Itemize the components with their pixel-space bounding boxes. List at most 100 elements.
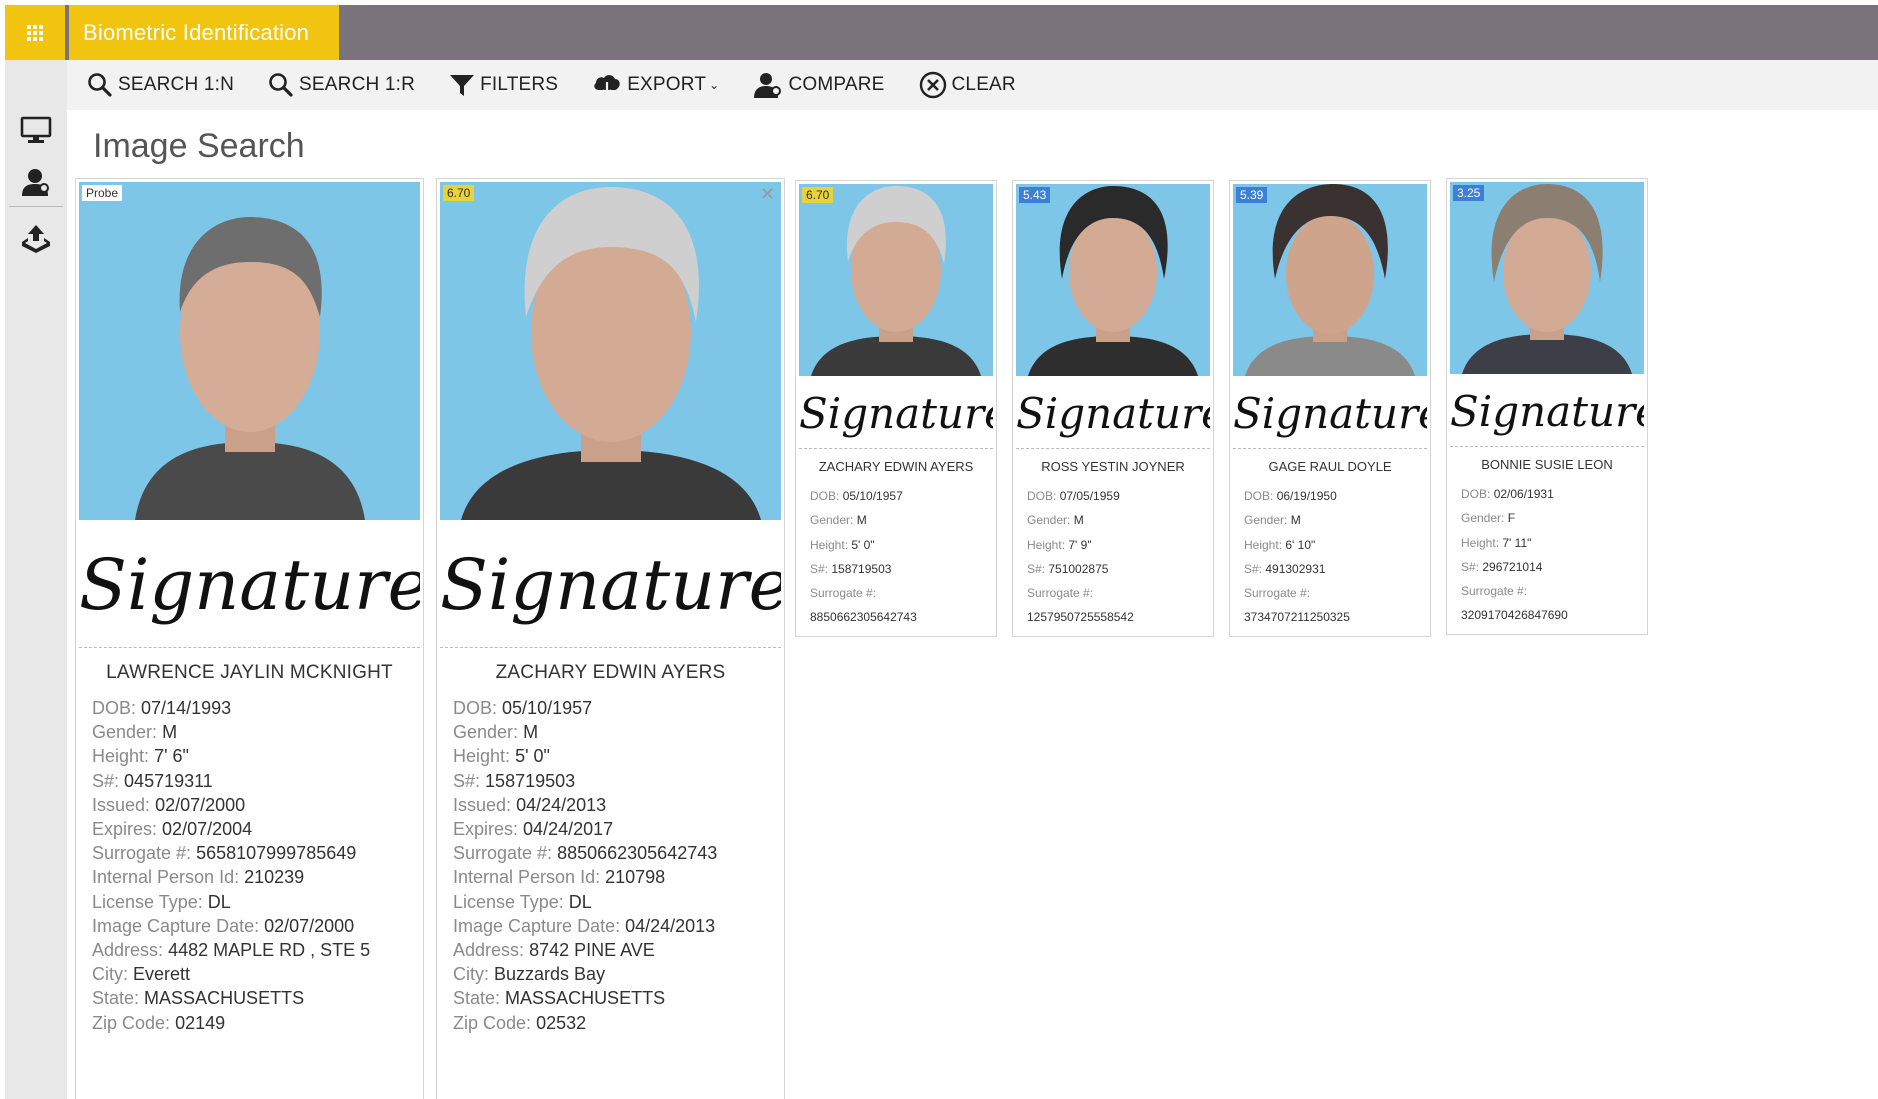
surrogate-field: Surrogate #: 8850662305642743 xyxy=(453,841,784,865)
capture-date-field: Image Capture Date: 04/24/2013 xyxy=(453,914,784,938)
license-type-label: License Type: xyxy=(453,891,564,912)
gender-value: M xyxy=(523,722,539,743)
result-card[interactable]: 3.25 Signature BONNIE SUSIE LEON DOB: 02… xyxy=(1446,178,1648,635)
license-type-field: License Type: DL xyxy=(453,890,784,914)
dob-value: 05/10/1957 xyxy=(502,698,593,718)
close-icon[interactable]: ✕ xyxy=(760,184,775,205)
gender-label: Gender: xyxy=(1244,513,1288,528)
state-field: State: MASSACHUSETTS xyxy=(92,986,423,1010)
snum-field: S#: 491302931 xyxy=(1244,557,1430,581)
person-details: DOB: 05/10/1957 Gender: M Height: 5' 0" … xyxy=(796,484,996,630)
compare-button[interactable]: COMPARE xyxy=(753,60,884,110)
gender-field: Gender: M xyxy=(453,720,784,744)
surrogate-field: Surrogate #: xyxy=(1244,581,1430,605)
surrogate-value: 8850662305642743 xyxy=(810,610,917,625)
sidebar-item-monitor[interactable] xyxy=(5,100,67,160)
snum-field: S#: 045719311 xyxy=(92,769,423,793)
height-field: Height: 7' 9" xyxy=(1027,533,1213,557)
issued-field: Issued: 04/24/2013 xyxy=(453,793,784,817)
expires-value: 04/24/2017 xyxy=(523,819,614,840)
issued-value: 04/24/2013 xyxy=(516,794,607,815)
snum-field: S#: 158719503 xyxy=(453,769,784,793)
snum-label: S#: xyxy=(810,561,829,576)
city-field: City: Buzzards Bay xyxy=(453,962,784,986)
result-card[interactable]: 5.39 Signature GAGE RAUL DOYLE DOB: 06/1… xyxy=(1229,180,1431,637)
search-1r-label: SEARCH 1:R xyxy=(299,74,416,95)
dob-field: DOB: 06/19/1950 xyxy=(1244,484,1430,508)
face-photo xyxy=(1245,184,1415,376)
issued-field: Issued: 02/07/2000 xyxy=(92,793,423,817)
gender-value: M xyxy=(162,722,178,743)
height-value: 7' 9" xyxy=(1068,537,1092,552)
person-details: DOB: 02/06/1931 Gender: F Height: 7' 11"… xyxy=(1447,482,1647,628)
result-card[interactable]: 6.70 Signature ZACHARY EDWIN AYERS DOB: … xyxy=(795,180,997,637)
surrogate-value: 1257950725558542 xyxy=(1027,610,1134,625)
zip-field: Zip Code: 02149 xyxy=(92,1011,423,1035)
dob-label: DOB: xyxy=(1461,487,1491,501)
height-value: 5' 0" xyxy=(851,537,875,552)
height-field: Height: 6' 10" xyxy=(1244,533,1430,557)
toolbar: SEARCH 1:N SEARCH 1:R FILTERS EXPORT ⌄ C… xyxy=(67,60,1878,110)
monitor-icon xyxy=(20,116,52,143)
grid-icon xyxy=(27,24,43,41)
sidebar-item-upload[interactable] xyxy=(5,208,67,268)
internal-id-value: 210798 xyxy=(605,867,666,888)
filters-button[interactable]: FILTERS xyxy=(449,60,558,110)
address-value: 4482 MAPLE RD , STE 5 xyxy=(168,940,371,961)
search-icon xyxy=(88,73,112,97)
snum-value: 751002875 xyxy=(1048,561,1109,576)
app-title[interactable]: Biometric Identification xyxy=(69,5,339,60)
state-label: State: xyxy=(92,988,140,1009)
probe-card[interactable]: Probe Signature LAWRENCE JAYLIN MCKNIGHT… xyxy=(75,178,424,1099)
person-search-icon xyxy=(22,169,49,196)
dob-label: DOB: xyxy=(1027,489,1057,503)
gender-value: F xyxy=(1507,511,1516,526)
face-photo xyxy=(811,186,981,376)
dob-value: 02/06/1931 xyxy=(1493,487,1554,501)
dob-label: DOB: xyxy=(810,489,840,503)
clear-button[interactable]: CLEAR xyxy=(919,60,1016,110)
dob-field: DOB: 05/10/1957 xyxy=(810,484,996,508)
snum-value: 491302931 xyxy=(1265,561,1326,576)
zip-field: Zip Code: 02532 xyxy=(453,1011,784,1035)
address-value: 8742 PINE AVE xyxy=(529,940,655,961)
internal-id-value: 210239 xyxy=(244,867,305,888)
person-name: ZACHARY EDWIN AYERS xyxy=(818,459,974,474)
zip-value: 02149 xyxy=(175,1012,226,1033)
surrogate-label: Surrogate #: xyxy=(810,586,877,601)
sidebar xyxy=(5,60,67,1099)
issued-label: Issued: xyxy=(453,794,512,815)
signature-image: Signature xyxy=(1450,377,1644,447)
zip-value: 02532 xyxy=(536,1012,587,1033)
gender-label: Gender: xyxy=(810,513,854,528)
candidate-photo: 6.70 ✕ xyxy=(440,182,781,520)
height-value: 7' 11" xyxy=(1502,535,1532,550)
address-label: Address: xyxy=(453,940,525,961)
result-card[interactable]: 5.43 Signature ROSS YESTIN JOYNER DOB: 0… xyxy=(1012,180,1214,637)
capture-date-field: Image Capture Date: 02/07/2000 xyxy=(92,914,423,938)
gender-value: M xyxy=(1290,513,1301,528)
dob-label: DOB: xyxy=(453,698,498,718)
face-photo xyxy=(460,187,761,520)
dob-field: DOB: 07/05/1959 xyxy=(1027,484,1213,508)
search-1r-button[interactable]: SEARCH 1:R xyxy=(268,60,415,110)
snum-field: S#: 296721014 xyxy=(1461,555,1647,579)
surrogate-label: Surrogate #: xyxy=(1244,586,1311,601)
filter-icon xyxy=(450,75,475,96)
selected-candidate-card[interactable]: 6.70 ✕ Signature ZACHARY EDWIN AYERS DOB… xyxy=(436,178,785,1099)
sidebar-item-person[interactable] xyxy=(5,152,67,212)
dob-value: 07/05/1959 xyxy=(1059,489,1120,503)
export-button[interactable]: EXPORT ⌄ xyxy=(592,60,719,110)
face-photo xyxy=(1462,184,1632,374)
gender-label: Gender: xyxy=(453,722,519,743)
snum-value: 296721014 xyxy=(1482,559,1543,574)
app-frame: Biometric Identification SEARCH 1:N SEAR… xyxy=(5,5,1878,1099)
person-details: DOB: 07/14/1993 Gender: M Height: 7' 6" … xyxy=(76,696,423,1035)
expires-label: Expires: xyxy=(453,819,519,840)
expires-field: Expires: 04/24/2017 xyxy=(453,817,784,841)
gender-field: Gender: M xyxy=(1027,508,1213,532)
app-launcher-button[interactable] xyxy=(5,5,65,60)
surrogate-value: 5658107999785649 xyxy=(196,843,357,864)
surrogate-field: Surrogate #: xyxy=(1027,581,1213,605)
search-1n-button[interactable]: SEARCH 1:N xyxy=(87,60,234,110)
